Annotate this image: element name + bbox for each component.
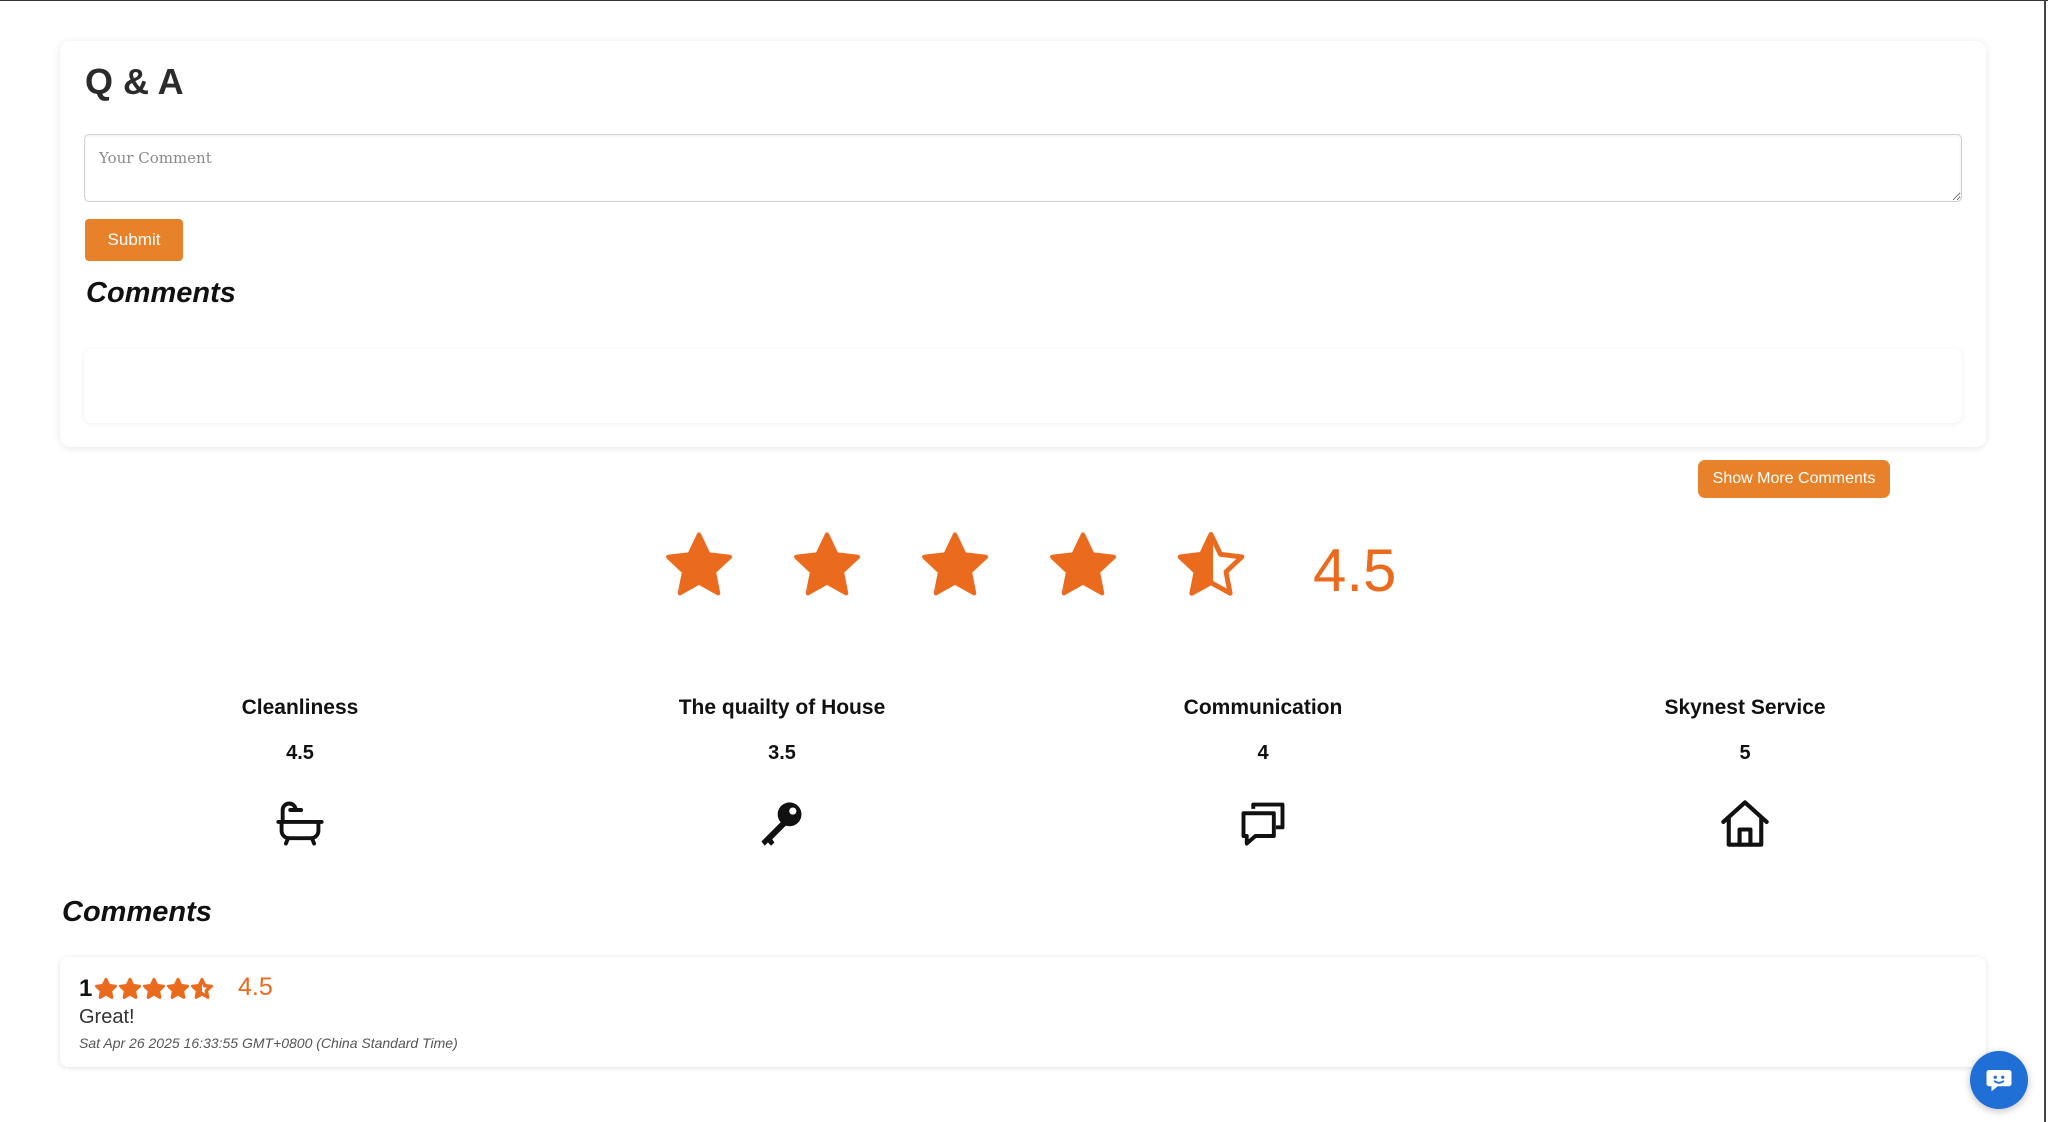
overall-rating-stars [660, 526, 1250, 606]
comment-date: Sat Apr 26 2025 16:33:55 GMT+0800 (China… [79, 1035, 458, 1051]
category-cleanliness: Cleanliness 4.5 [150, 693, 450, 849]
house-icon [1721, 800, 1769, 847]
category-house-quality: The quailty of House 3.5 [632, 693, 932, 849]
category-skynest-service: Skynest Service 5 [1595, 693, 1895, 849]
qa-card: Q & A Submit Comments [60, 41, 1986, 447]
star-icon [922, 532, 988, 596]
chat-bubbles-icon [1241, 802, 1285, 846]
bathtub-icon [276, 801, 324, 846]
comments-title: Comments [62, 896, 212, 928]
overall-rating-value: 4.5 [1313, 537, 1397, 604]
flower-star-icon [167, 977, 189, 999]
half-flower-star-icon [191, 977, 213, 999]
comment-text: Great! [79, 1006, 135, 1028]
flower-star-icon [119, 977, 141, 999]
comment-item: 1 4.5 Great! Sat Apr 26 2025 16:33:55 GM… [60, 957, 1986, 1067]
comment-number: 1 [79, 975, 93, 1002]
star-icon [794, 532, 860, 596]
comment-input[interactable] [84, 134, 1962, 202]
window-edge [2044, 1, 2046, 1122]
category-value: 3.5 [768, 742, 796, 764]
qa-title: Q & A [85, 61, 184, 102]
category-label: Communication [1183, 696, 1343, 719]
category-label: Skynest Service [1664, 696, 1826, 719]
key-icon [761, 802, 802, 846]
star-icon [1050, 532, 1116, 596]
comment-rating-stars [94, 977, 214, 1001]
category-value: 5 [1739, 742, 1751, 764]
half-star-icon [1177, 532, 1245, 596]
category-label: The quailty of House [678, 696, 886, 719]
flower-star-icon [95, 977, 117, 999]
qa-comments-title: Comments [86, 277, 236, 309]
chat-widget-button[interactable] [1970, 1051, 2028, 1109]
category-value: 4 [1257, 742, 1269, 764]
show-more-comments-button[interactable]: Show More Comments [1698, 460, 1890, 498]
comment-rating-value: 4.5 [238, 973, 273, 1001]
category-communication: Communication 4 [1113, 693, 1413, 849]
submit-button[interactable]: Submit [85, 219, 183, 261]
chat-bot-icon [1986, 1070, 2012, 1092]
category-label: Cleanliness [241, 696, 359, 719]
flower-star-icon [143, 977, 165, 999]
category-value: 4.5 [286, 742, 314, 764]
qa-comments-list [84, 349, 1962, 423]
star-icon [666, 532, 732, 596]
